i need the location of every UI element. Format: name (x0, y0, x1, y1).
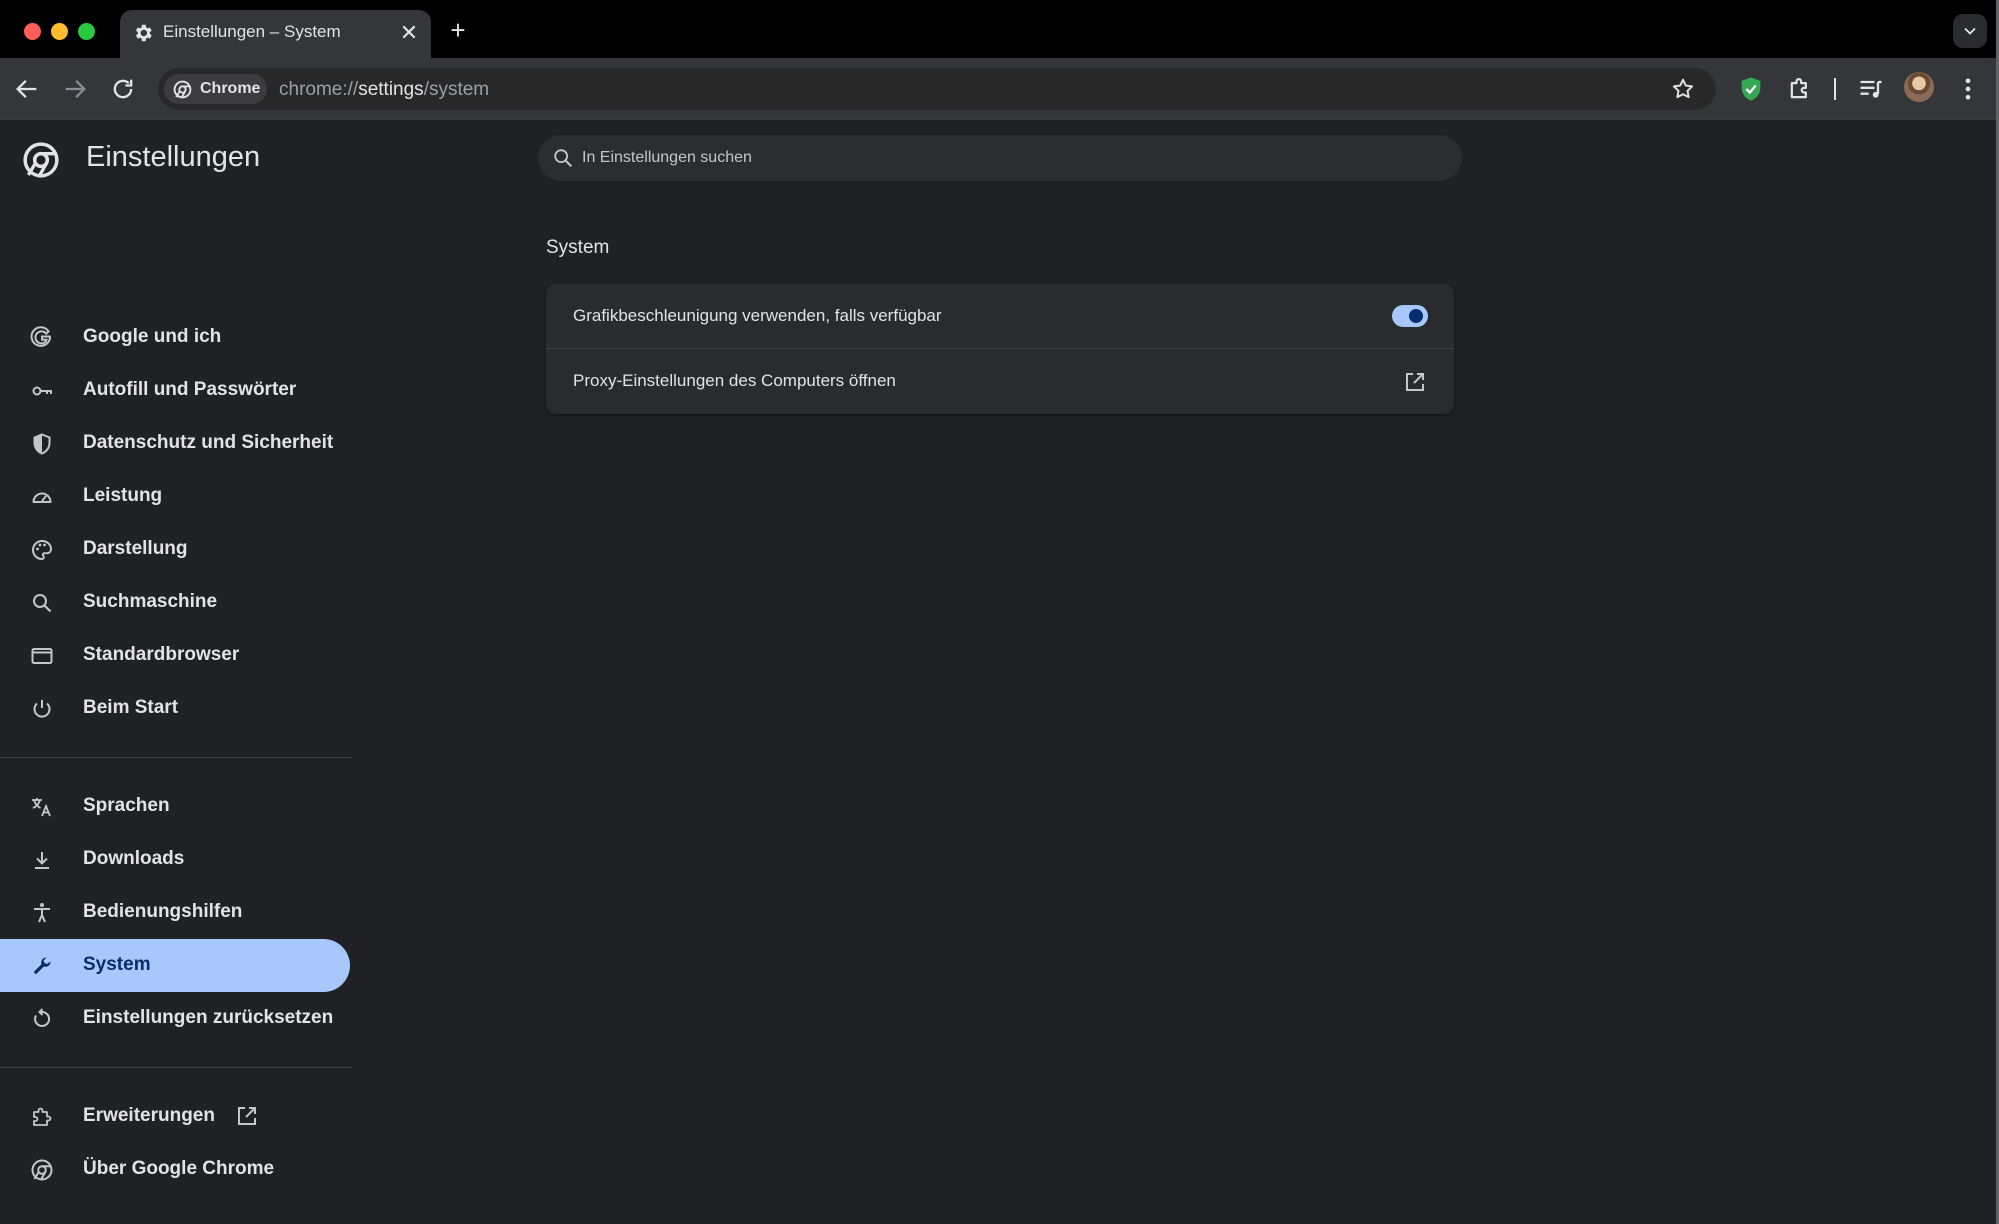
wrench-icon (33, 957, 51, 975)
sidebar-item-performance[interactable]: Leistung (0, 470, 350, 523)
sidebar-item-label: Standardbrowser (83, 644, 240, 665)
new-tab-button[interactable]: + (445, 17, 471, 43)
setting-row-hardware-acceleration[interactable]: Grafikbeschleunigung verwenden, falls ve… (546, 284, 1454, 349)
chrome-icon (31, 1159, 53, 1181)
sidebar-item-label: Sprachen (83, 795, 170, 816)
section-title: System (546, 237, 610, 258)
url-path: /system (423, 79, 490, 100)
palette-icon (32, 539, 53, 561)
sidebar-item-reset[interactable]: Einstellungen zurücksetzen (0, 992, 350, 1045)
chrome-logo-icon (23, 142, 59, 178)
download-icon (35, 852, 49, 869)
sidebar-item-label: Downloads (83, 848, 185, 869)
search-icon (554, 149, 572, 167)
sidebar-item-extensions[interactable]: Erweiterungen (0, 1090, 350, 1143)
tab-search-button[interactable] (1953, 14, 1987, 48)
sidebar-item-label: Über Google Chrome (83, 1158, 275, 1179)
puzzle-icon (33, 1107, 52, 1126)
nav-divider (0, 1067, 352, 1068)
external-link-icon (238, 1107, 256, 1125)
address-bar[interactable]: Chrome chrome://settings/system (158, 68, 1716, 110)
url-text[interactable]: chrome://settings/system (279, 79, 489, 101)
search-input[interactable] (582, 135, 1442, 181)
sidebar-nav: Google und ich Autofill und Passwörter D… (0, 311, 352, 1196)
shield-extension-icon[interactable] (1737, 75, 1765, 103)
system-settings-card: Grafikbeschleunigung verwenden, falls ve… (546, 284, 1454, 414)
browser-window-icon (31, 648, 53, 664)
search-icon (33, 594, 52, 613)
sidebar-item-label: Leistung (83, 485, 163, 506)
sidebar-item-label: Darstellung (83, 538, 188, 559)
shield-icon (33, 433, 51, 455)
url-scheme: chrome:// (279, 79, 359, 100)
speedometer-icon (32, 492, 52, 503)
sidebar-item-google[interactable]: Google und ich (0, 311, 350, 364)
sidebar-item-label: Erweiterungen (83, 1105, 215, 1126)
sidebar-item-privacy[interactable]: Datenschutz und Sicherheit (0, 417, 350, 470)
chrome-icon (173, 80, 192, 99)
sidebar-item-about[interactable]: Über Google Chrome (0, 1143, 350, 1196)
bookmark-star-icon[interactable] (1670, 76, 1696, 102)
power-icon (33, 700, 51, 718)
sidebar-item-languages[interactable]: Sprachen (0, 780, 350, 833)
sidebar-item-label: Autofill und Passwörter (83, 379, 297, 400)
sidebar-item-label: Google und ich (83, 326, 222, 347)
browser-window: Einstellungen – System ✕ + Chrome chrome… (0, 0, 1999, 1224)
tab-title: Einstellungen – System (163, 22, 341, 41)
toolbar-divider (1834, 78, 1836, 100)
more-menu-icon[interactable] (1954, 75, 1982, 103)
sidebar-item-downloads[interactable]: Downloads (0, 833, 350, 886)
tab-strip: Einstellungen – System ✕ + (0, 0, 1999, 58)
site-info-chip[interactable]: Chrome (164, 74, 267, 104)
key-icon (32, 386, 52, 396)
chevron-down-icon (1964, 27, 1976, 35)
gear-icon (135, 24, 152, 42)
external-link-icon[interactable] (1403, 370, 1427, 394)
minimize-window-button[interactable] (51, 23, 68, 40)
toolbar: Chrome chrome://settings/system (0, 58, 1999, 120)
sidebar-item-label: Einstellungen zurücksetzen (83, 1007, 334, 1028)
sidebar-item-search-engine[interactable]: Suchmaschine (0, 576, 350, 629)
back-arrow-icon[interactable] (13, 75, 41, 103)
sidebar-item-default-browser[interactable]: Standardbrowser (0, 629, 350, 682)
settings-page: Einstellungen Google und ich Auto (0, 121, 1999, 1224)
sidebar-item-autofill[interactable]: Autofill und Passwörter (0, 364, 350, 417)
reset-icon (34, 1008, 51, 1027)
site-chip-label: Chrome (200, 80, 261, 97)
media-controls-icon[interactable] (1857, 75, 1885, 103)
close-tab-icon[interactable]: ✕ (397, 21, 421, 45)
sidebar-item-system[interactable]: System (0, 939, 350, 992)
hardware-acceleration-toggle[interactable] (1392, 305, 1428, 327)
translate-icon (32, 798, 51, 817)
page-title: Einstellungen (86, 141, 261, 173)
sidebar-item-label: Datenschutz und Sicherheit (83, 432, 334, 453)
extensions-puzzle-icon[interactable] (1786, 75, 1814, 103)
nav-divider (0, 757, 352, 758)
setting-row-proxy[interactable]: Proxy-Einstellungen des Computers öffnen (546, 349, 1454, 414)
google-icon (30, 326, 52, 347)
setting-label: Grafikbeschleunigung verwenden, falls ve… (573, 306, 942, 325)
accessibility-icon (34, 903, 50, 923)
forward-arrow-icon[interactable] (61, 75, 89, 103)
toggle-knob (1409, 309, 1423, 323)
sidebar-item-label: Bedienungshilfen (83, 901, 243, 922)
sidebar-item-label: Suchmaschine (83, 591, 218, 612)
setting-label: Proxy-Einstellungen des Computers öffnen (573, 371, 896, 390)
sidebar-item-accessibility[interactable]: Bedienungshilfen (0, 886, 350, 939)
sidebar-item-appearance[interactable]: Darstellung (0, 523, 350, 576)
sidebar-item-on-startup[interactable]: Beim Start (0, 682, 350, 735)
close-window-button[interactable] (24, 23, 41, 40)
maximize-window-button[interactable] (78, 23, 95, 40)
url-host: settings (358, 79, 424, 100)
settings-search[interactable] (538, 135, 1462, 181)
reload-icon[interactable] (109, 75, 137, 103)
sidebar-item-label: System (83, 954, 151, 975)
profile-avatar[interactable] (1904, 72, 1934, 102)
sidebar-item-label: Beim Start (83, 697, 179, 718)
active-tab[interactable]: Einstellungen – System ✕ (120, 10, 431, 58)
